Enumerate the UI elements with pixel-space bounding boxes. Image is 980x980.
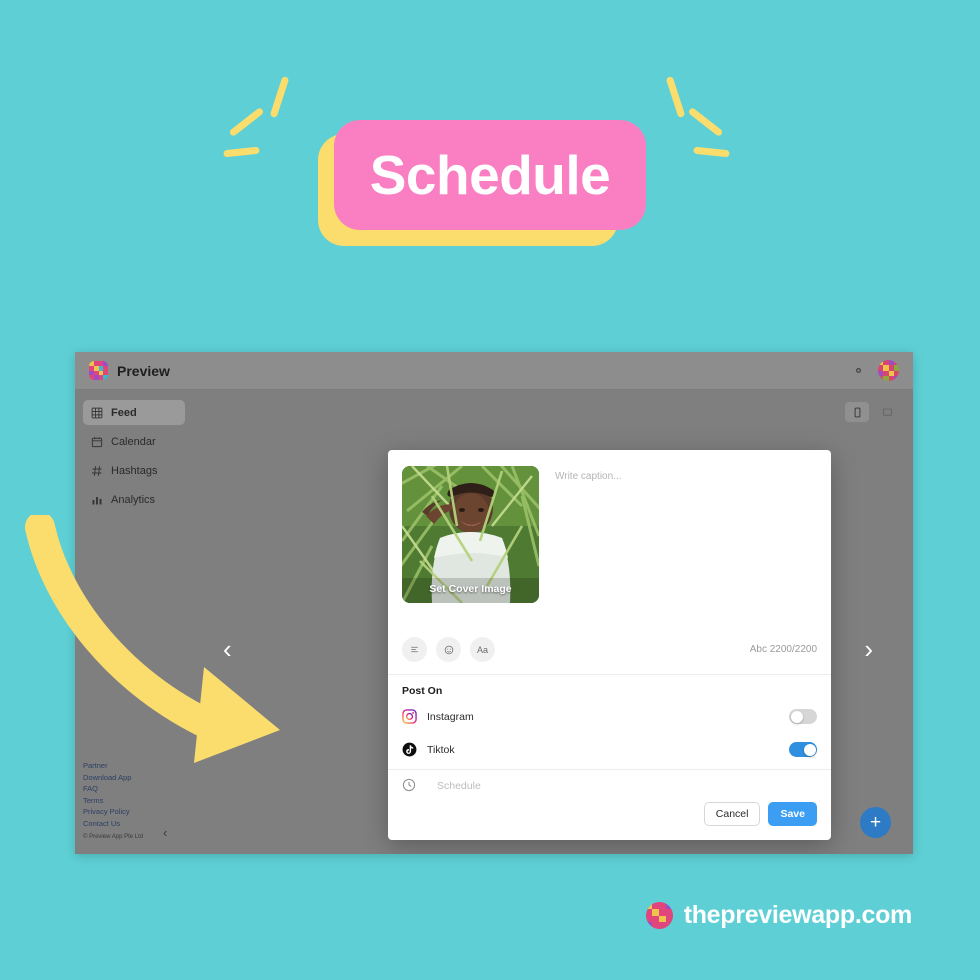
sidebar-item-hashtags[interactable]: Hashtags (83, 458, 185, 483)
app-topbar: Preview (75, 352, 913, 390)
tiktok-toggle[interactable] (789, 742, 817, 758)
grid-icon (91, 407, 103, 419)
preview-circle-logo-icon (645, 902, 673, 929)
character-counter: Abc 2200/2200 (749, 644, 817, 655)
app-window: Preview Feed Calendar Hashtags Analytics… (75, 352, 913, 854)
cancel-button[interactable]: Cancel (703, 802, 761, 826)
hash-icon (91, 465, 103, 477)
footer-link-partner[interactable]: Partner (83, 760, 143, 772)
caption-input[interactable]: Write caption... (555, 466, 817, 482)
schedule-label[interactable]: Schedule (437, 780, 481, 792)
brand: Preview (89, 361, 170, 380)
modal-actions: Cancel Save (388, 802, 831, 840)
account-name: Instagram (427, 710, 474, 723)
tiktok-icon (402, 742, 417, 757)
watermark: thepreviewapp.com (645, 901, 913, 930)
instagram-icon (402, 709, 417, 725)
sidebar-item-label: Analytics (111, 493, 156, 506)
sidebar-item-label: Calendar (111, 435, 156, 448)
sidebar-item-feed[interactable]: Feed (83, 400, 185, 425)
sparkle-line (665, 75, 686, 119)
sidebar-nav: Feed Calendar Hashtags Analytics (75, 390, 193, 512)
post-on-title: Post On (402, 684, 443, 697)
modal-compose-area: Set Cover Image Write caption... (388, 450, 831, 603)
instagram-toggle[interactable] (789, 709, 817, 725)
app-title: Preview (117, 362, 170, 379)
prev-post-arrow[interactable]: ‹ (223, 636, 232, 662)
sidebar-collapse-icon[interactable]: ‹ (163, 825, 167, 840)
desktop-preview-icon[interactable] (875, 402, 899, 422)
sidebar-item-analytics[interactable]: Analytics (83, 487, 185, 512)
sparkle-line (687, 106, 724, 138)
sparkle-line (269, 75, 290, 119)
font-size-icon[interactable]: Aa (470, 637, 495, 662)
footer-link-privacy-policy[interactable]: Privacy Policy (83, 806, 143, 818)
next-post-arrow[interactable]: › (864, 636, 873, 662)
app-body: Feed Calendar Hashtags Analytics Partner… (75, 390, 913, 854)
user-avatar[interactable] (878, 360, 899, 381)
footer-link-terms[interactable]: Terms (83, 795, 143, 807)
sparkle-line (228, 106, 265, 138)
hero-title: Schedule (369, 143, 611, 206)
topbar-actions (851, 360, 899, 381)
sidebar-footer-links: Partner Download App FAQ Terms Privacy P… (83, 760, 143, 842)
compose-toolbar: Aa Abc 2200/2200 (388, 637, 831, 662)
sidebar-item-label: Hashtags (111, 464, 158, 477)
schedule-post-modal: Set Cover Image Write caption... Aa Abc … (388, 450, 831, 840)
post-on-section: Post On Instagram Tiktok (388, 675, 831, 763)
view-toggle-group (845, 402, 899, 422)
calendar-icon (91, 436, 103, 448)
sparkle-line (693, 146, 730, 158)
add-post-button[interactable]: + (860, 807, 891, 838)
feed-canvas: ‹ › + Set Cover Image Write caption... A… (193, 390, 913, 854)
account-row-tiktok[interactable]: Tiktok (402, 737, 817, 763)
post-thumbnail[interactable]: Set Cover Image (402, 466, 539, 603)
gear-icon[interactable] (851, 363, 866, 378)
mobile-preview-icon[interactable] (845, 402, 869, 422)
copyright-text: © Preview App Pte Ltd (83, 833, 144, 840)
save-button[interactable]: Save (768, 802, 817, 826)
text-align-icon[interactable] (402, 637, 427, 662)
sidebar: Feed Calendar Hashtags Analytics Partner… (75, 390, 193, 854)
watermark-text: thepreviewapp.com (683, 901, 913, 929)
clock-icon (402, 778, 417, 793)
footer-link-contact-us[interactable]: Contact Us (83, 818, 143, 830)
hero-banner: Schedule (0, 60, 980, 270)
sparkle-line (223, 146, 260, 158)
preview-grid-logo-icon (89, 361, 108, 380)
footer-link-faq[interactable]: FAQ (83, 783, 143, 795)
account-name: Tiktok (427, 743, 455, 756)
hero-plate: Schedule (334, 120, 646, 230)
bar-chart-icon (91, 494, 103, 506)
schedule-row[interactable]: Schedule (388, 768, 831, 802)
footer-link-download-app[interactable]: Download App (83, 772, 143, 784)
emoji-icon[interactable] (436, 637, 461, 662)
account-row-instagram[interactable]: Instagram (402, 704, 817, 730)
sidebar-item-calendar[interactable]: Calendar (83, 429, 185, 454)
sidebar-item-label: Feed (111, 406, 137, 419)
set-cover-image-label[interactable]: Set Cover Image (402, 583, 539, 595)
